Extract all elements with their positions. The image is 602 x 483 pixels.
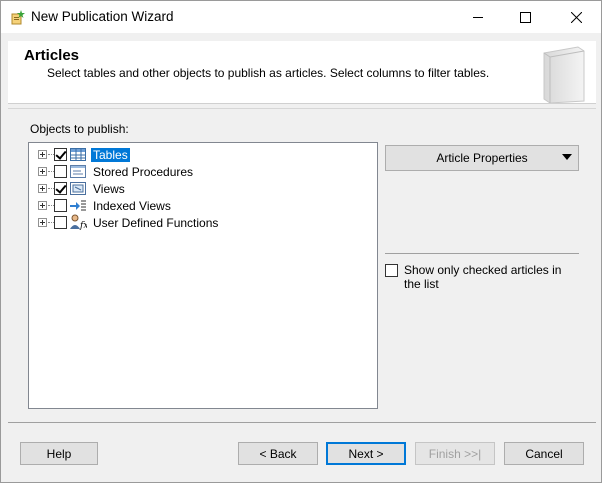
expand-icon[interactable] [38,167,47,176]
article-properties-label: Article Properties [436,151,528,165]
page-title: Articles [24,47,80,64]
svg-text:fx: fx [79,221,87,230]
back-button[interactable]: < Back [238,442,318,465]
table-icon [69,147,87,162]
expand-icon[interactable] [38,150,47,159]
tree-item-views[interactable]: Views [29,180,369,197]
stored-procedure-icon [69,164,87,179]
objects-to-publish-label: Objects to publish: [30,122,129,136]
right-panel-divider [385,253,579,254]
tree-item-stored-procedures[interactable]: Stored Procedures [29,163,369,180]
cancel-button[interactable]: Cancel [504,442,584,465]
title-bar: New Publication Wizard [1,1,601,33]
wizard-app-icon [10,9,26,25]
article-properties-button[interactable]: Article Properties [385,145,579,171]
tree-item-label: Indexed Views [93,199,171,213]
header-divider [8,108,596,109]
tree-item-label: Views [93,182,125,196]
minimize-icon [472,16,483,18]
expand-icon[interactable] [38,184,47,193]
publication-book-icon [538,43,590,104]
finish-button[interactable]: Finish >>| [415,442,495,465]
stored-procedures-checkbox[interactable] [54,165,67,178]
minimize-button[interactable] [455,1,501,33]
close-icon [570,11,582,23]
indexed-view-icon [69,198,87,213]
page-description: Select tables and other objects to publi… [47,66,490,80]
footer-divider [8,422,596,423]
tree-item-label: User Defined Functions [93,216,219,230]
expand-icon[interactable] [38,201,47,210]
tree-item-tables[interactable]: Tables [29,146,369,163]
expand-icon[interactable] [38,218,47,227]
close-button[interactable] [553,1,599,33]
help-button[interactable]: Help [20,442,98,465]
tree-item-label: Stored Procedures [93,165,194,179]
next-button[interactable]: Next > [326,442,406,465]
maximize-icon [519,11,531,23]
view-icon [69,181,87,196]
window-title: New Publication Wizard [31,9,174,24]
wizard-window: New Publication Wizard Articles Select t… [0,0,602,483]
tree-item-user-defined-functions[interactable]: fx User Defined Functions [29,214,369,231]
dropdown-arrow-icon [562,154,572,160]
indexed-views-checkbox[interactable] [54,199,67,212]
tree-item-indexed-views[interactable]: Indexed Views [29,197,369,214]
objects-tree[interactable]: Tables Stored Procedures Views Indexed V… [28,142,378,409]
tables-checkbox[interactable] [54,148,67,161]
function-icon: fx [69,214,88,231]
maximize-button[interactable] [502,1,548,33]
show-only-checked-label[interactable]: Show only checked articles in the list [404,263,574,291]
views-checkbox[interactable] [54,182,67,195]
user-defined-functions-checkbox[interactable] [54,216,67,229]
tree-item-label: Tables [91,148,130,162]
show-only-checked-checkbox[interactable] [385,264,398,277]
wizard-header: Articles Select tables and other objects… [8,41,596,104]
